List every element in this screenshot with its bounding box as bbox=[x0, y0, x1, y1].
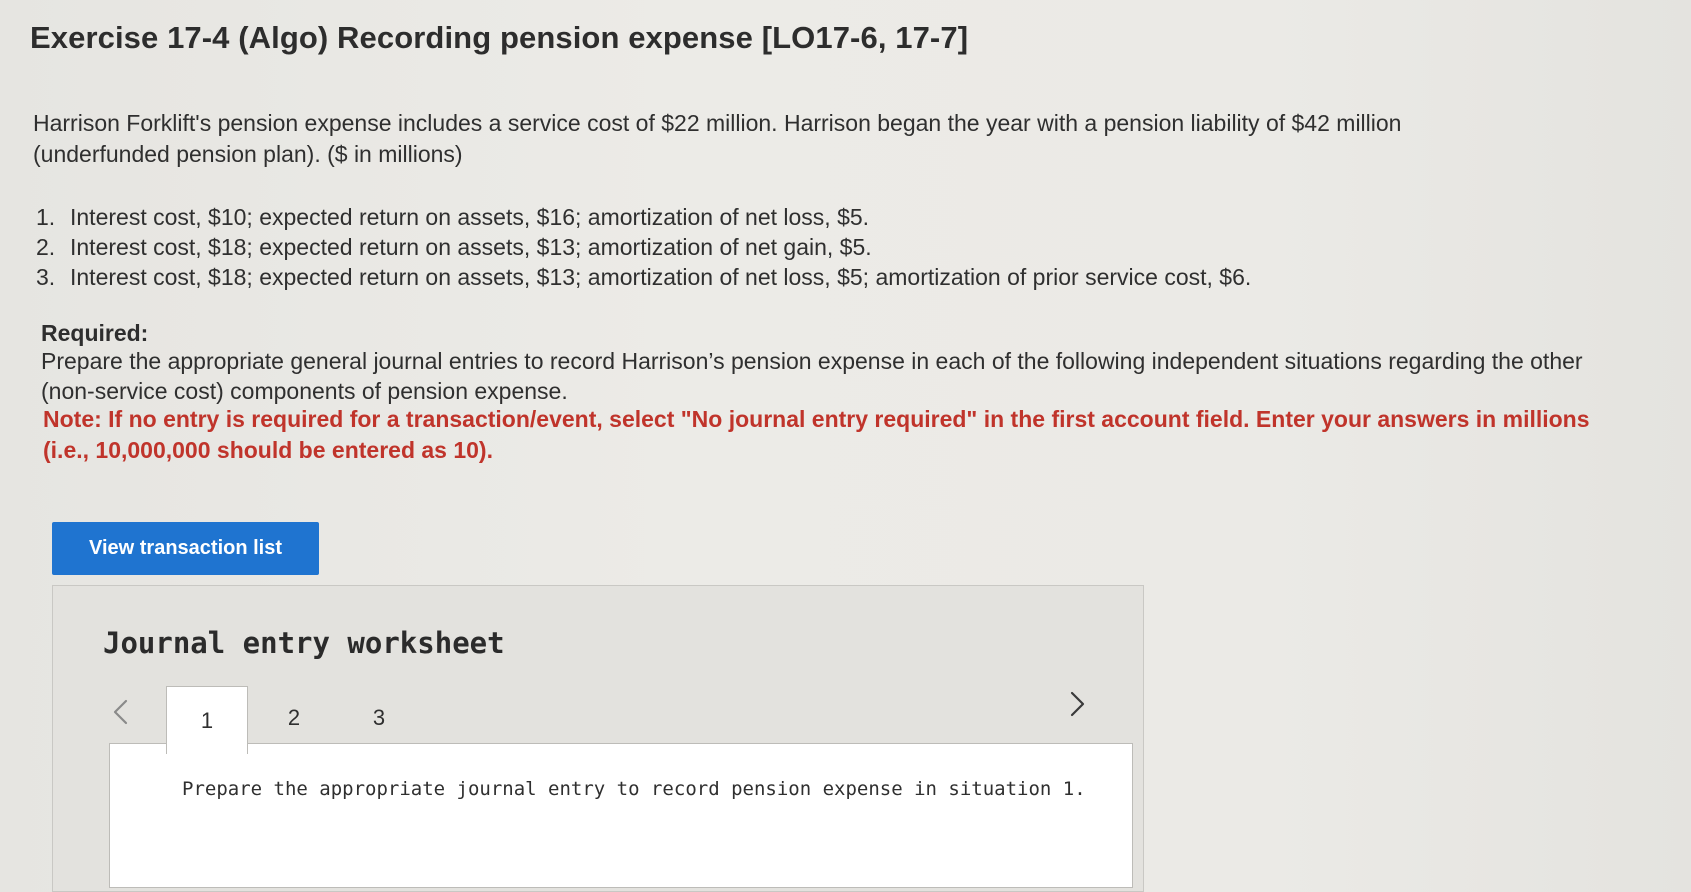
list-item: 3. Interest cost, $18; expected return on… bbox=[36, 262, 1251, 292]
list-item: 1. Interest cost, $10; expected return on… bbox=[36, 202, 1251, 232]
page: Exercise 17-4 (Algo) Recording pension e… bbox=[0, 0, 1691, 892]
tab-label: 2 bbox=[287, 705, 301, 730]
journal-entry-worksheet: Journal entry worksheet 1 2 3 Prepare th… bbox=[52, 585, 1144, 892]
situation-text: Interest cost, $18; expected return on a… bbox=[70, 234, 872, 260]
situation-text: Interest cost, $10; expected return on a… bbox=[70, 204, 870, 230]
entry-panel: Prepare the appropriate journal entry to… bbox=[109, 743, 1133, 888]
entry-instruction: Prepare the appropriate journal entry to… bbox=[182, 778, 1086, 800]
answer-note: Note: If no entry is required for a tran… bbox=[43, 406, 1590, 463]
view-transaction-list-button[interactable]: View transaction list bbox=[52, 522, 319, 575]
required-text: Prepare the appropriate general journal … bbox=[41, 348, 1583, 404]
chevron-right-icon bbox=[1070, 691, 1085, 717]
situation-number: 1. bbox=[36, 204, 56, 230]
tab-situation-1[interactable]: 1 bbox=[166, 686, 248, 754]
chevron-left-icon bbox=[113, 699, 128, 725]
situation-number: 2. bbox=[36, 234, 56, 260]
situation-number: 3. bbox=[36, 264, 56, 290]
prev-situation-button[interactable] bbox=[105, 694, 135, 730]
worksheet-title: Journal entry worksheet bbox=[103, 626, 505, 660]
situation-text: Interest cost, $18; expected return on a… bbox=[70, 264, 1252, 290]
tab-situation-2[interactable]: 2 bbox=[259, 686, 329, 750]
situation-list: 1. Interest cost, $10; expected return on… bbox=[36, 202, 1251, 292]
page-title: Exercise 17-4 (Algo) Recording pension e… bbox=[30, 20, 969, 55]
tab-situation-3[interactable]: 3 bbox=[344, 686, 414, 750]
list-item: 2. Interest cost, $18; expected return on… bbox=[36, 232, 1251, 262]
tab-label: 1 bbox=[200, 707, 214, 733]
next-situation-button[interactable] bbox=[1063, 686, 1093, 722]
required-heading: Required: bbox=[41, 320, 149, 346]
tab-label: 3 bbox=[372, 705, 386, 730]
problem-intro: Harrison Forklift's pension expense incl… bbox=[33, 110, 1402, 167]
